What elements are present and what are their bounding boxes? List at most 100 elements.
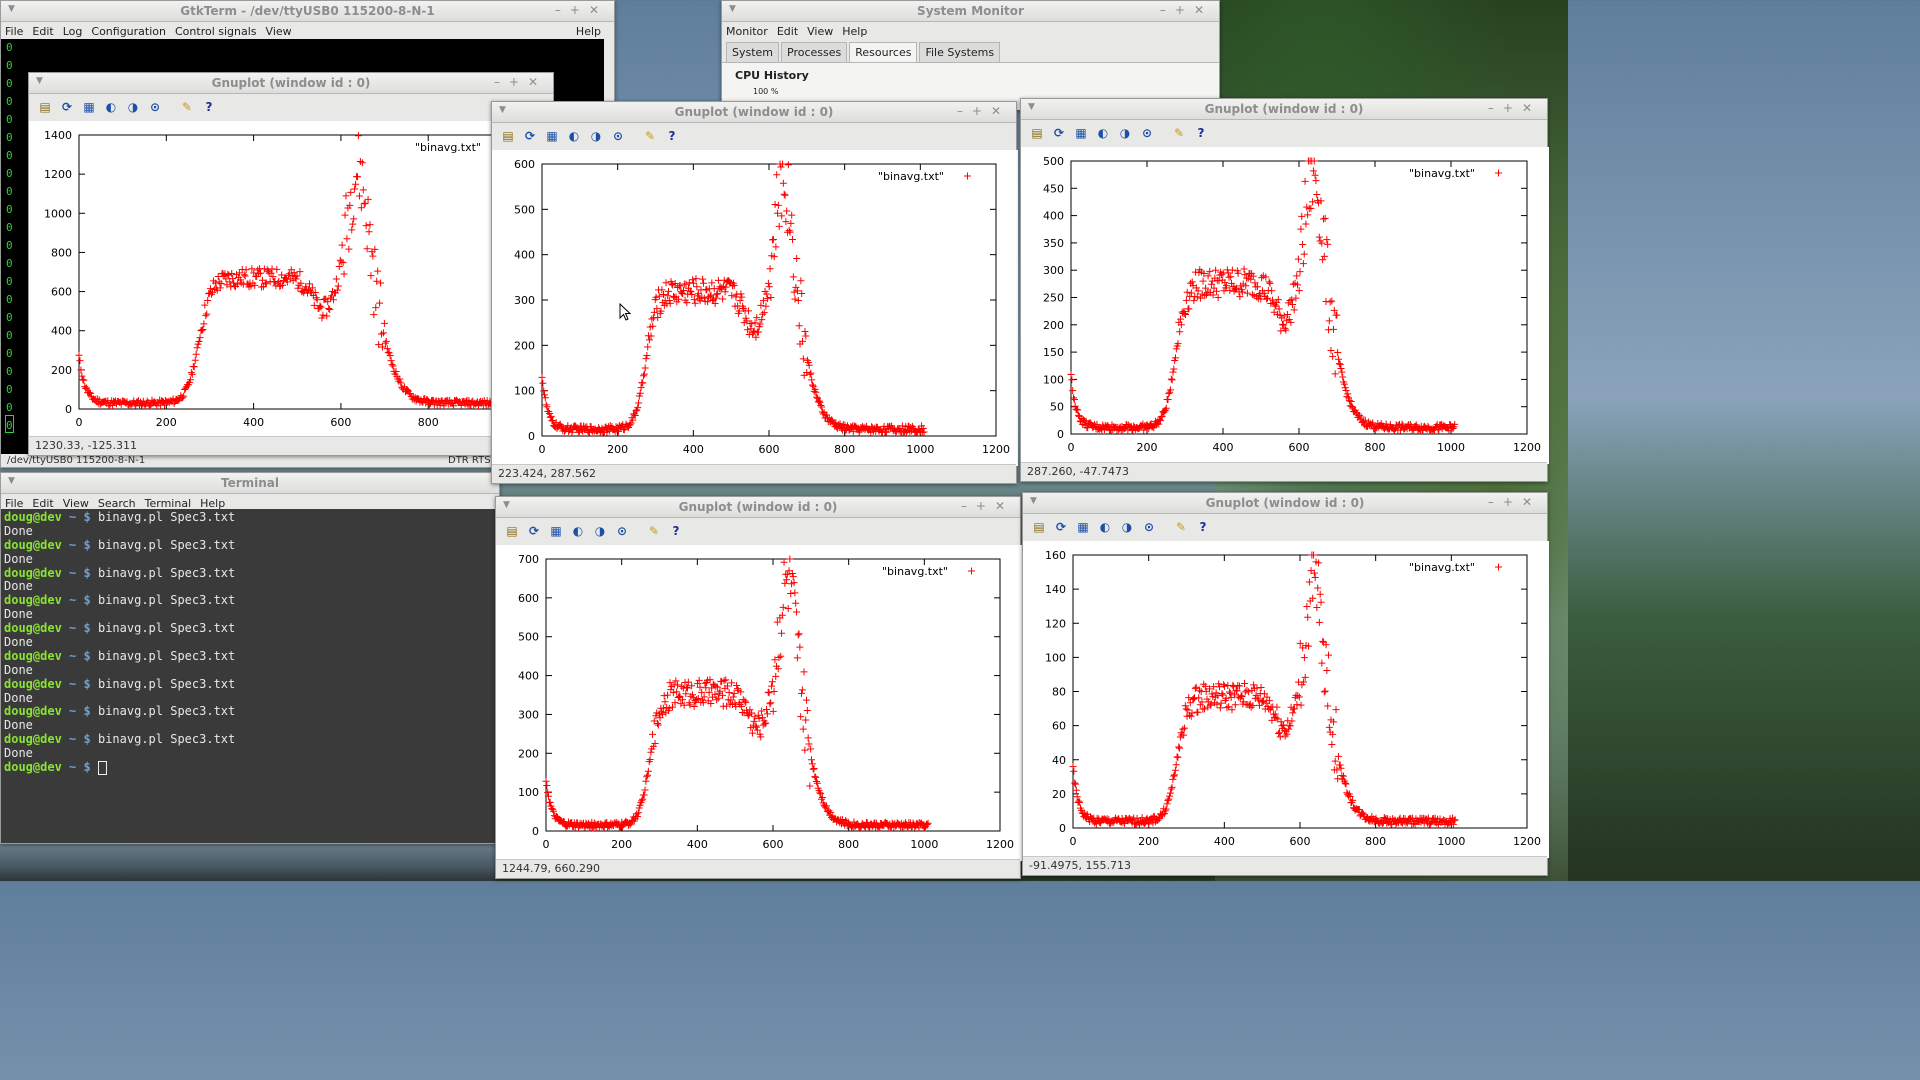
copy-to-clipboard-icon[interactable]: ▤ <box>504 523 520 539</box>
replot-icon[interactable]: ⟳ <box>526 523 542 539</box>
tab-file-systems[interactable]: File Systems <box>919 42 1001 62</box>
help-icon[interactable]: ? <box>1193 125 1209 141</box>
gnuplot-titlebar[interactable]: ▼ Gnuplot (window id : 0) –+✕ <box>1023 493 1547 514</box>
menu-help[interactable]: Help <box>576 25 601 38</box>
menu-edit[interactable]: Edit <box>32 497 53 510</box>
zoom-previous-icon[interactable]: ◐ <box>566 128 582 144</box>
menu-file[interactable]: File <box>5 497 23 510</box>
menu-edit[interactable]: Edit <box>777 25 798 38</box>
toggle-grid-icon[interactable]: ▦ <box>81 99 97 115</box>
gnuplot-window-3[interactable]: ▼ Gnuplot (window id : 0) –+✕ ▤ ⟳ ▦ ◐ ◑ ⊙ ✎? 0… <box>1020 98 1549 482</box>
help-icon[interactable]: ? <box>1195 519 1211 535</box>
gnuplot-titlebar[interactable]: ▼ Gnuplot (window id : 0) –+✕ <box>492 102 1016 123</box>
gnuplot-window-1[interactable]: ▼ Gnuplot (window id : 0) –+✕ ▤ ⟳ ▦ ◐ ◑ ⊙ ✎? 0… <box>28 72 555 456</box>
options-icon[interactable]: ✎ <box>1171 125 1187 141</box>
window-controls[interactable]: –+✕ <box>555 3 608 17</box>
options-icon[interactable]: ✎ <box>1173 519 1189 535</box>
plot-area[interactable]: 0 200 400 600 800 1000 1200 0 50 100 150 200 250 300 3… <box>1021 147 1549 464</box>
zoom-previous-icon[interactable]: ◐ <box>1097 519 1113 535</box>
sysmon-titlebar[interactable]: ▼ System Monitor –+✕ <box>722 1 1219 22</box>
gnuplot-titlebar[interactable]: ▼ Gnuplot (window id : 0) –+✕ <box>29 73 553 94</box>
data-point <box>1231 701 1239 709</box>
tab-system[interactable]: System <box>726 42 780 62</box>
zoom-previous-icon[interactable]: ◐ <box>570 523 586 539</box>
toggle-grid-icon[interactable]: ▦ <box>548 523 564 539</box>
toggle-grid-icon[interactable]: ▦ <box>544 128 560 144</box>
replot-icon[interactable]: ⟳ <box>522 128 538 144</box>
help-icon[interactable]: ? <box>664 128 680 144</box>
help-icon[interactable]: ? <box>201 99 217 115</box>
terminal-titlebar[interactable]: ▼ Terminal <box>1 473 499 494</box>
menu-search[interactable]: Search <box>98 497 136 510</box>
autoscale-icon[interactable]: ⊙ <box>614 523 630 539</box>
menu-file[interactable]: File <box>5 25 23 38</box>
data-point <box>1166 792 1174 800</box>
toggle-grid-icon[interactable]: ▦ <box>1073 125 1089 141</box>
mouse-pointer-icon <box>619 303 631 321</box>
autoscale-icon[interactable]: ⊙ <box>610 128 626 144</box>
data-point <box>1331 370 1339 378</box>
toggle-grid-icon[interactable]: ▦ <box>1075 519 1091 535</box>
window-controls[interactable]: –+✕ <box>494 75 547 89</box>
menu-edit[interactable]: Edit <box>32 25 53 38</box>
gnuplot-window-4[interactable]: ▼ Gnuplot (window id : 0) –+✕ ▤ ⟳ ▦ ◐ ◑ ⊙ ✎? 0… <box>495 496 1022 879</box>
options-icon[interactable]: ✎ <box>179 99 195 115</box>
autoscale-icon[interactable]: ⊙ <box>147 99 163 115</box>
menu-log[interactable]: Log <box>63 25 83 38</box>
plot-area[interactable]: 0 200 400 600 800 1000 1200 0 100 200 300 400 500 600… <box>496 545 1022 861</box>
data-point <box>1268 287 1276 295</box>
gtkterm-titlebar[interactable]: ▼ GtkTerm - /dev/ttyUSB0 115200-8-N-1 –+… <box>1 1 614 22</box>
menu-terminal[interactable]: Terminal <box>145 497 192 510</box>
autoscale-icon[interactable]: ⊙ <box>1141 519 1157 535</box>
zoom-next-icon[interactable]: ◑ <box>592 523 608 539</box>
menu-help[interactable]: Help <box>842 25 867 38</box>
options-icon[interactable]: ✎ <box>642 128 658 144</box>
gnuplot-titlebar[interactable]: ▼ Gnuplot (window id : 0) –+✕ <box>496 497 1020 518</box>
command-output: Done <box>4 523 33 538</box>
copy-to-clipboard-icon[interactable]: ▤ <box>37 99 53 115</box>
window-controls[interactable]: –+✕ <box>957 104 1010 118</box>
copy-to-clipboard-icon[interactable]: ▤ <box>1029 125 1045 141</box>
window-controls[interactable]: –+✕ <box>1488 495 1541 509</box>
plot-area[interactable]: 0 200 400 600 800 1000 1200 0 20 40 60 80 100 120 140 1… <box>1023 541 1549 858</box>
replot-icon[interactable]: ⟳ <box>59 99 75 115</box>
gnuplot-toolbar: ▤ ⟳ ▦ ◐ ◑ ⊙ ✎? <box>1021 120 1547 146</box>
terminal-window[interactable]: ▼ Terminal File Edit View Search Termina… <box>0 472 500 844</box>
system-monitor-window[interactable]: ▼ System Monitor –+✕ Monitor Edit View H… <box>721 0 1220 110</box>
copy-to-clipboard-icon[interactable]: ▤ <box>1031 519 1047 535</box>
menu-help[interactable]: Help <box>200 497 225 510</box>
plot-area[interactable]: 0 200 400 600 800 1000 1200 0 100 200 300 400 500 600… <box>492 150 1018 466</box>
replot-icon[interactable]: ⟳ <box>1051 125 1067 141</box>
data-point <box>799 355 807 363</box>
window-controls[interactable]: –+✕ <box>1488 101 1541 115</box>
options-icon[interactable]: ✎ <box>646 523 662 539</box>
zoom-previous-icon[interactable]: ◐ <box>1095 125 1111 141</box>
copy-to-clipboard-icon[interactable]: ▤ <box>500 128 516 144</box>
zoom-next-icon[interactable]: ◑ <box>588 128 604 144</box>
zoom-next-icon[interactable]: ◑ <box>1117 125 1133 141</box>
zoom-next-icon[interactable]: ◑ <box>1119 519 1135 535</box>
menu-view[interactable]: View <box>266 25 292 38</box>
tab-resources[interactable]: Resources <box>849 42 918 62</box>
data-point <box>702 285 710 293</box>
window-controls[interactable]: –+✕ <box>961 499 1014 513</box>
data-point <box>198 326 206 334</box>
plot-area[interactable]: 0200400600800100002004006008001000120014… <box>29 121 555 439</box>
replot-icon[interactable]: ⟳ <box>1053 519 1069 535</box>
menu-monitor[interactable]: Monitor <box>726 25 768 38</box>
menu-configuration[interactable]: Configuration <box>91 25 166 38</box>
zoom-next-icon[interactable]: ◑ <box>125 99 141 115</box>
y-tick-label: 0 <box>528 430 535 443</box>
menu-view[interactable]: View <box>63 497 89 510</box>
gnuplot-titlebar[interactable]: ▼ Gnuplot (window id : 0) –+✕ <box>1021 99 1547 120</box>
autoscale-icon[interactable]: ⊙ <box>1139 125 1155 141</box>
terminal-output[interactable]: doug@dev ~ $ binavg.pl Spec3.txt Done doug… <box>1 509 499 843</box>
menu-view[interactable]: View <box>807 25 833 38</box>
gnuplot-window-5[interactable]: ▼ Gnuplot (window id : 0) –+✕ ▤ ⟳ ▦ ◐ ◑ ⊙ ✎? 0… <box>1022 492 1549 876</box>
menu-control-signals[interactable]: Control signals <box>175 25 257 38</box>
help-icon[interactable]: ? <box>668 523 684 539</box>
window-controls[interactable]: –+✕ <box>1160 3 1213 17</box>
gnuplot-window-2[interactable]: ▼ Gnuplot (window id : 0) –+✕ ▤ ⟳ ▦ ◐ ◑ ⊙ ✎? 0… <box>491 101 1018 484</box>
zoom-previous-icon[interactable]: ◐ <box>103 99 119 115</box>
tab-processes[interactable]: Processes <box>781 42 848 62</box>
